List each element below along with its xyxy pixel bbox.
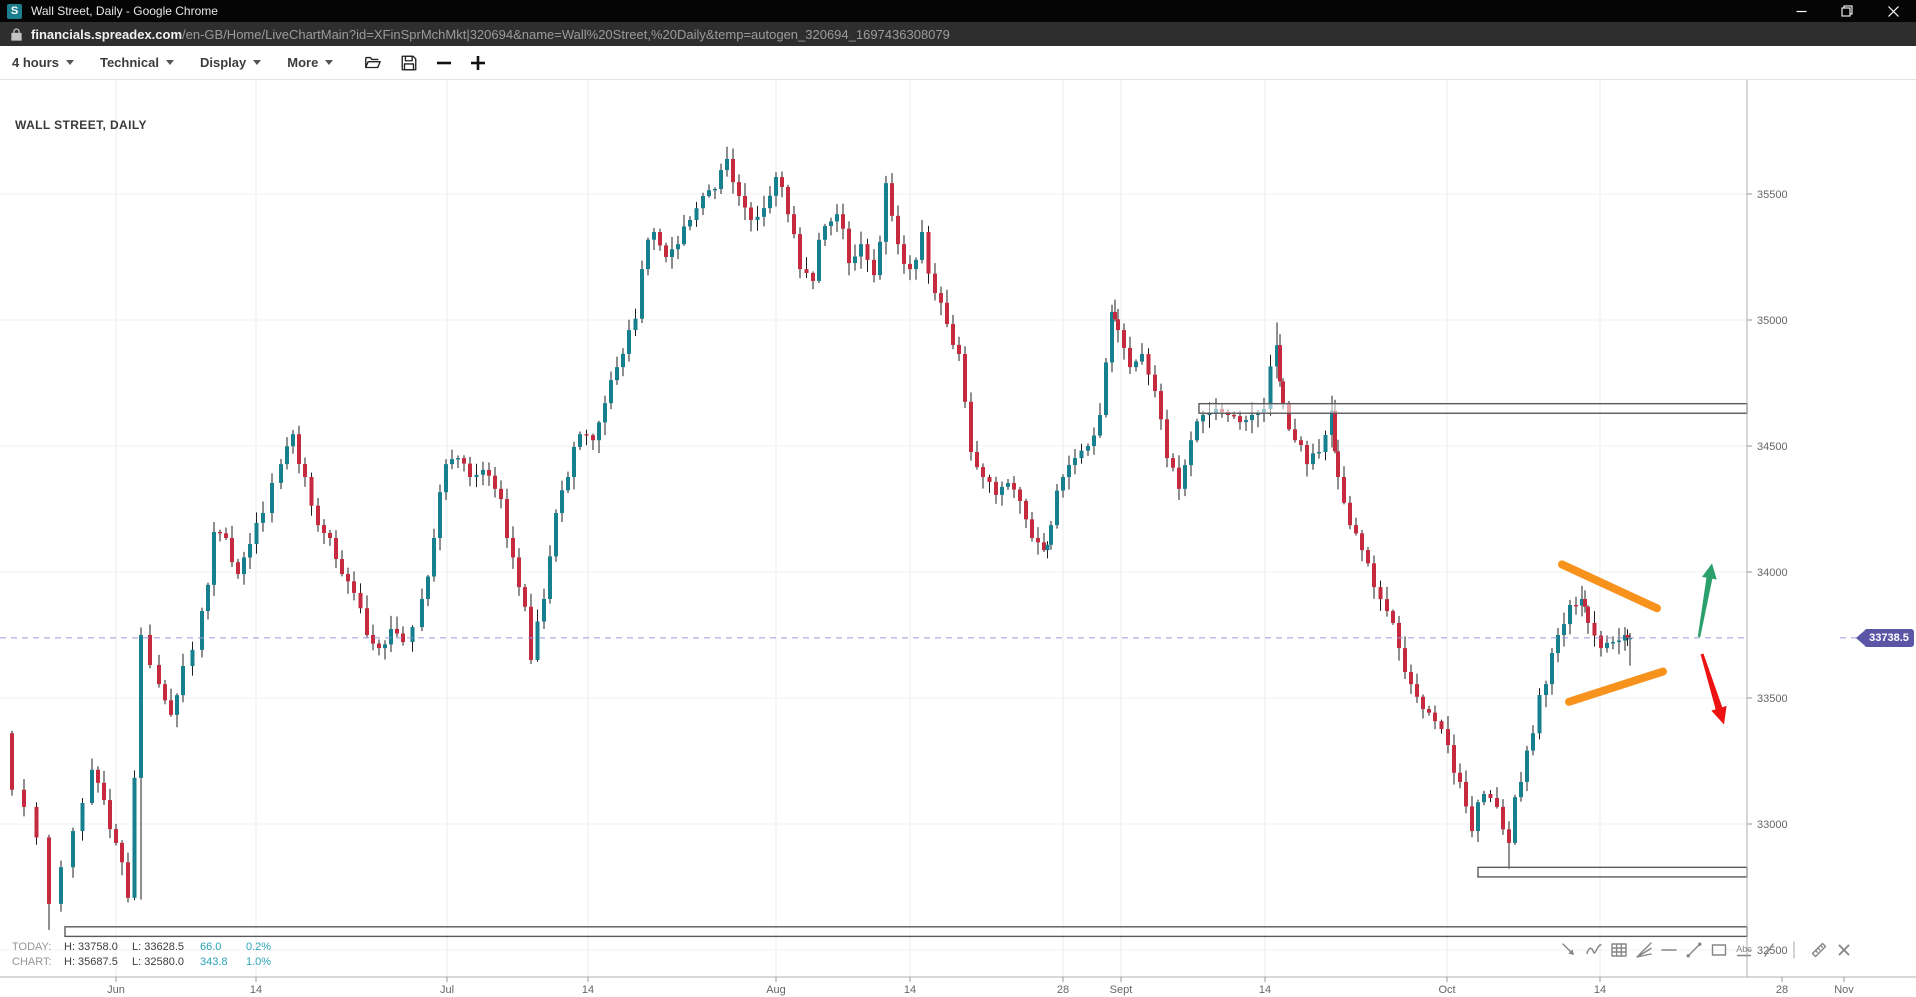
svg-text:Jun: Jun: [107, 984, 125, 996]
window-title: Wall Street, Daily - Google Chrome: [31, 4, 1778, 18]
address-bar[interactable]: financials.spreadex.com/en-GB/Home/LiveC…: [0, 22, 1916, 46]
display-dropdown[interactable]: Display: [200, 55, 261, 70]
svg-text:35000: 35000: [1757, 315, 1788, 327]
svg-text:Oct: Oct: [1438, 984, 1455, 996]
close-icon: [1888, 6, 1899, 17]
more-dropdown[interactable]: More: [287, 55, 333, 70]
url-text: financials.spreadex.com/en-GB/Home/LiveC…: [31, 27, 950, 42]
chevron-down-icon: [325, 60, 333, 65]
chevron-down-icon: [66, 60, 74, 65]
technical-dropdown-label: Technical: [100, 55, 159, 70]
svg-text:Sept: Sept: [1110, 984, 1133, 996]
svg-text:35500: 35500: [1757, 189, 1788, 201]
measure-icon[interactable]: [1809, 940, 1829, 960]
curve-draw-icon[interactable]: [1584, 940, 1604, 960]
svg-text:34000: 34000: [1757, 567, 1788, 579]
zoom-in-icon[interactable]: [470, 55, 486, 71]
text-abc-icon[interactable]: Abc: [1734, 940, 1754, 960]
restore-button[interactable]: [1824, 0, 1870, 22]
zoom-out-icon[interactable]: [436, 55, 452, 71]
lock-icon: [11, 28, 22, 41]
current-price-tag: 33738.5: [1864, 629, 1914, 647]
minimize-icon: [1796, 6, 1807, 17]
stats-today-pct: 0.2%: [246, 940, 288, 955]
display-dropdown-label: Display: [200, 55, 246, 70]
line-draw-icon[interactable]: [1759, 940, 1779, 960]
arrow-draw-icon[interactable]: [1559, 940, 1579, 960]
svg-text:14: 14: [1259, 984, 1271, 996]
rectangle-icon[interactable]: [1709, 940, 1729, 960]
stats-today-label: TODAY:: [12, 940, 64, 955]
stats-chart-low: L: 32580.0: [132, 955, 200, 970]
chevron-down-icon: [166, 60, 174, 65]
svg-text:14: 14: [904, 984, 916, 996]
fib-grid-icon[interactable]: [1609, 940, 1629, 960]
url-path: /en-GB/Home/LiveChartMain?id=XFinSprMchM…: [182, 27, 950, 42]
svg-text:34500: 34500: [1757, 441, 1788, 453]
spreadex-favicon: S: [7, 4, 22, 19]
svg-text:14: 14: [582, 984, 594, 996]
window-title-bar: S Wall Street, Daily - Google Chrome: [0, 0, 1916, 22]
trend-line-icon[interactable]: [1684, 940, 1704, 960]
open-icon[interactable]: [363, 54, 382, 72]
more-dropdown-label: More: [287, 55, 318, 70]
horizontal-line-icon[interactable]: [1659, 940, 1679, 960]
stats-today-change: 66.0: [200, 940, 246, 955]
svg-text:Aug: Aug: [766, 984, 786, 996]
chevron-down-icon: [253, 60, 261, 65]
stats-chart-label: CHART:: [12, 955, 64, 970]
stats-row-today: TODAY: H: 33758.0 L: 33628.5 66.0 0.2%: [12, 940, 288, 955]
svg-text:33500: 33500: [1757, 693, 1788, 705]
svg-text:Abc: Abc: [1736, 944, 1752, 954]
candlestick-chart[interactable]: 35500350003450034000335003300032500Jun14…: [0, 80, 1916, 997]
svg-text:14: 14: [1594, 984, 1606, 996]
chart-title: WALL STREET, DAILY: [15, 118, 147, 132]
interval-dropdown[interactable]: 4 hours: [12, 55, 74, 70]
svg-text:28: 28: [1057, 984, 1069, 996]
stats-today-high: H: 33758.0: [64, 940, 132, 955]
stats-chart-change: 343.8: [200, 955, 246, 970]
svg-text:14: 14: [250, 984, 262, 996]
svg-text:28: 28: [1776, 984, 1788, 996]
svg-text:33000: 33000: [1757, 819, 1788, 831]
drawing-toolbar: Abc: [1559, 940, 1854, 960]
save-icon[interactable]: [400, 54, 418, 72]
close-button[interactable]: [1870, 0, 1916, 22]
technical-dropdown[interactable]: Technical: [100, 55, 174, 70]
minimize-button[interactable]: [1778, 0, 1824, 22]
stats-chart-high: H: 35687.5: [64, 955, 132, 970]
stats-row-chart: CHART: H: 35687.5 L: 32580.0 343.8 1.0%: [12, 955, 288, 970]
delete-icon[interactable]: [1834, 940, 1854, 960]
stats-today-low: L: 33628.5: [132, 940, 200, 955]
fan-lines-icon[interactable]: [1634, 940, 1654, 960]
svg-text:Jul: Jul: [440, 984, 454, 996]
chart-stats: TODAY: H: 33758.0 L: 33628.5 66.0 0.2% C…: [12, 940, 288, 970]
restore-icon: [1841, 5, 1853, 17]
stats-chart-pct: 1.0%: [246, 955, 288, 970]
interval-dropdown-label: 4 hours: [12, 55, 59, 70]
separator: [1784, 940, 1804, 960]
svg-text:Nov: Nov: [1834, 984, 1854, 996]
url-domain: financials.spreadex.com: [31, 27, 182, 42]
chart-region: 35500350003450034000335003300032500Jun14…: [0, 80, 1916, 997]
chart-toolbar: 4 hours Technical Display More: [0, 46, 1916, 80]
